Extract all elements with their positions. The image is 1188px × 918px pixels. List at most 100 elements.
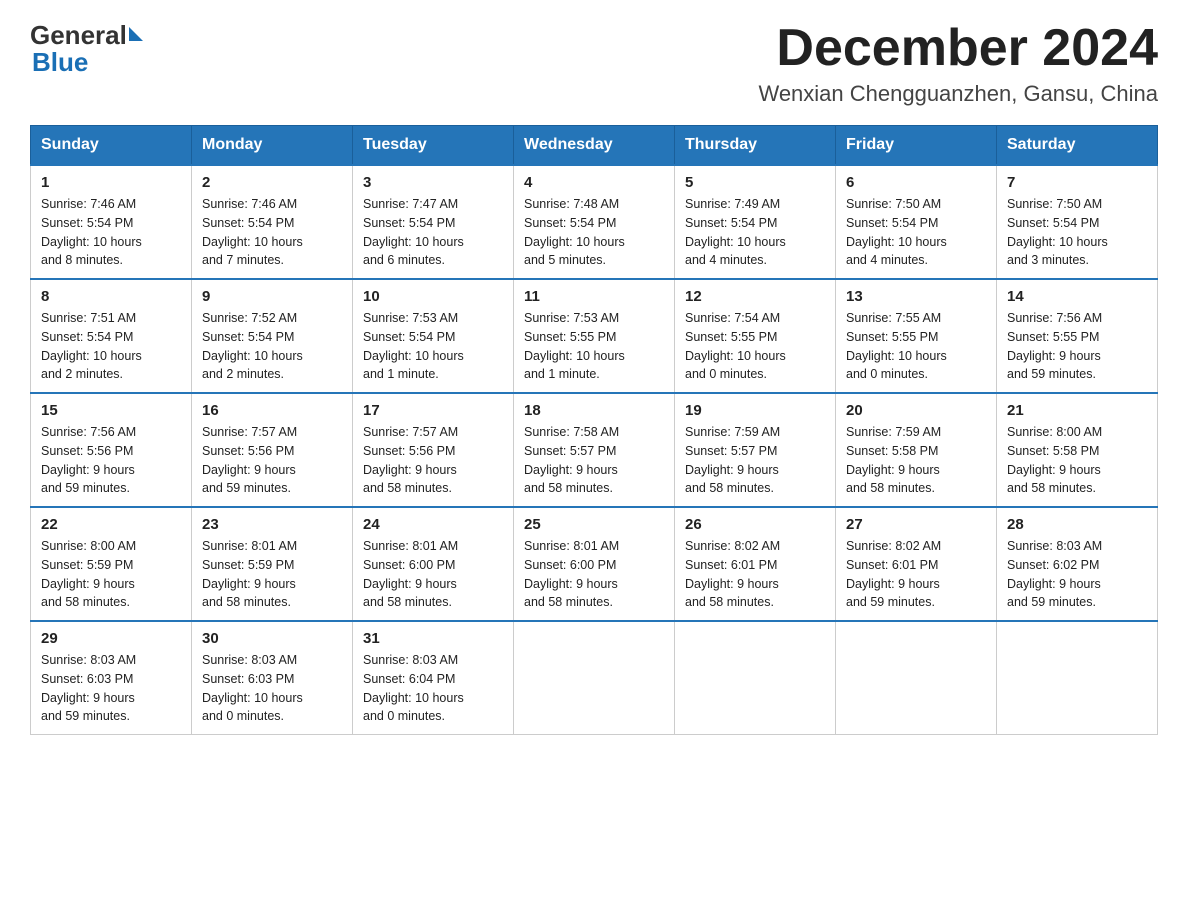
day-number: 27 [846,516,986,533]
day-info: Sunrise: 7:58 AM Sunset: 5:57 PM Dayligh… [524,423,664,498]
month-title: December 2024 [758,20,1158,77]
day-number: 1 [41,174,181,191]
day-info: Sunrise: 7:49 AM Sunset: 5:54 PM Dayligh… [685,195,825,270]
day-number: 29 [41,630,181,647]
day-info: Sunrise: 8:00 AM Sunset: 5:58 PM Dayligh… [1007,423,1147,498]
calendar-cell: 4 Sunrise: 7:48 AM Sunset: 5:54 PM Daylig… [514,165,675,279]
day-info: Sunrise: 8:01 AM Sunset: 5:59 PM Dayligh… [202,537,342,612]
day-info: Sunrise: 8:03 AM Sunset: 6:02 PM Dayligh… [1007,537,1147,612]
calendar-table: SundayMondayTuesdayWednesdayThursdayFrid… [30,125,1158,735]
day-info: Sunrise: 7:50 AM Sunset: 5:54 PM Dayligh… [1007,195,1147,270]
weekday-header: Friday [836,126,997,166]
day-number: 19 [685,402,825,419]
day-number: 10 [363,288,503,305]
day-info: Sunrise: 7:53 AM Sunset: 5:55 PM Dayligh… [524,309,664,384]
day-info: Sunrise: 7:50 AM Sunset: 5:54 PM Dayligh… [846,195,986,270]
day-number: 6 [846,174,986,191]
logo: General Blue [30,20,143,78]
calendar-cell [514,621,675,735]
day-number: 8 [41,288,181,305]
day-number: 22 [41,516,181,533]
calendar-cell: 30 Sunrise: 8:03 AM Sunset: 6:03 PM Dayli… [192,621,353,735]
day-number: 14 [1007,288,1147,305]
calendar-cell [997,621,1158,735]
day-number: 20 [846,402,986,419]
day-info: Sunrise: 8:01 AM Sunset: 6:00 PM Dayligh… [363,537,503,612]
calendar-cell: 16Sunrise: 7:57 AM Sunset: 5:56 PM Dayli… [192,393,353,507]
calendar-cell: 13 Sunrise: 7:55 AM Sunset: 5:55 PM Dayli… [836,279,997,393]
day-info: Sunrise: 7:54 AM Sunset: 5:55 PM Dayligh… [685,309,825,384]
calendar-cell: 18 Sunrise: 7:58 AM Sunset: 5:57 PM Dayli… [514,393,675,507]
calendar-cell: 27 Sunrise: 8:02 AM Sunset: 6:01 PM Dayli… [836,507,997,621]
calendar-cell [836,621,997,735]
calendar-cell: 2Sunrise: 7:46 AM Sunset: 5:54 PM Daylig… [192,165,353,279]
calendar-header: SundayMondayTuesdayWednesdayThursdayFrid… [31,126,1158,166]
calendar-cell: 1 Sunrise: 7:46 AM Sunset: 5:54 PM Daylig… [31,165,192,279]
day-number: 18 [524,402,664,419]
day-info: Sunrise: 7:53 AM Sunset: 5:54 PM Dayligh… [363,309,503,384]
calendar-cell: 8 Sunrise: 7:51 AM Sunset: 5:54 PM Daylig… [31,279,192,393]
calendar-cell: 20Sunrise: 7:59 AM Sunset: 5:58 PM Dayli… [836,393,997,507]
calendar-cell: 14Sunrise: 7:56 AM Sunset: 5:55 PM Dayli… [997,279,1158,393]
calendar-body: 1 Sunrise: 7:46 AM Sunset: 5:54 PM Daylig… [31,165,1158,735]
calendar-cell: 31 Sunrise: 8:03 AM Sunset: 6:04 PM Dayli… [353,621,514,735]
calendar-cell: 6 Sunrise: 7:50 AM Sunset: 5:54 PM Daylig… [836,165,997,279]
calendar-cell: 25 Sunrise: 8:01 AM Sunset: 6:00 PM Dayli… [514,507,675,621]
day-number: 13 [846,288,986,305]
day-number: 26 [685,516,825,533]
calendar-week-row: 1 Sunrise: 7:46 AM Sunset: 5:54 PM Daylig… [31,165,1158,279]
day-number: 17 [363,402,503,419]
day-number: 25 [524,516,664,533]
calendar-cell: 15 Sunrise: 7:56 AM Sunset: 5:56 PM Dayli… [31,393,192,507]
day-number: 2 [202,174,342,191]
day-info: Sunrise: 8:03 AM Sunset: 6:04 PM Dayligh… [363,651,503,726]
day-info: Sunrise: 7:51 AM Sunset: 5:54 PM Dayligh… [41,309,181,384]
day-info: Sunrise: 7:47 AM Sunset: 5:54 PM Dayligh… [363,195,503,270]
calendar-cell: 19 Sunrise: 7:59 AM Sunset: 5:57 PM Dayli… [675,393,836,507]
day-number: 4 [524,174,664,191]
calendar-week-row: 15 Sunrise: 7:56 AM Sunset: 5:56 PM Dayli… [31,393,1158,507]
day-number: 11 [524,288,664,305]
day-number: 9 [202,288,342,305]
logo-triangle-icon [129,27,143,41]
day-info: Sunrise: 7:46 AM Sunset: 5:54 PM Dayligh… [41,195,181,270]
day-info: Sunrise: 7:52 AM Sunset: 5:54 PM Dayligh… [202,309,342,384]
calendar-week-row: 22 Sunrise: 8:00 AM Sunset: 5:59 PM Dayli… [31,507,1158,621]
day-info: Sunrise: 8:03 AM Sunset: 6:03 PM Dayligh… [202,651,342,726]
location-subtitle: Wenxian Chengguanzhen, Gansu, China [758,81,1158,107]
weekday-header: Sunday [31,126,192,166]
calendar-cell: 28Sunrise: 8:03 AM Sunset: 6:02 PM Dayli… [997,507,1158,621]
day-number: 23 [202,516,342,533]
page-header: General Blue December 2024 Wenxian Cheng… [30,20,1158,107]
day-number: 16 [202,402,342,419]
day-info: Sunrise: 7:55 AM Sunset: 5:55 PM Dayligh… [846,309,986,384]
day-info: Sunrise: 7:56 AM Sunset: 5:56 PM Dayligh… [41,423,181,498]
calendar-cell: 3Sunrise: 7:47 AM Sunset: 5:54 PM Daylig… [353,165,514,279]
day-number: 7 [1007,174,1147,191]
day-number: 31 [363,630,503,647]
calendar-cell: 24 Sunrise: 8:01 AM Sunset: 6:00 PM Dayli… [353,507,514,621]
calendar-cell: 9 Sunrise: 7:52 AM Sunset: 5:54 PM Daylig… [192,279,353,393]
day-info: Sunrise: 7:48 AM Sunset: 5:54 PM Dayligh… [524,195,664,270]
weekday-header: Thursday [675,126,836,166]
day-info: Sunrise: 8:02 AM Sunset: 6:01 PM Dayligh… [846,537,986,612]
weekday-header: Tuesday [353,126,514,166]
day-info: Sunrise: 8:03 AM Sunset: 6:03 PM Dayligh… [41,651,181,726]
calendar-cell [675,621,836,735]
calendar-cell: 21Sunrise: 8:00 AM Sunset: 5:58 PM Dayli… [997,393,1158,507]
logo-blue: Blue [32,47,143,78]
day-number: 15 [41,402,181,419]
calendar-cell: 22 Sunrise: 8:00 AM Sunset: 5:59 PM Dayli… [31,507,192,621]
day-info: Sunrise: 8:01 AM Sunset: 6:00 PM Dayligh… [524,537,664,612]
day-info: Sunrise: 8:00 AM Sunset: 5:59 PM Dayligh… [41,537,181,612]
calendar-cell: 23 Sunrise: 8:01 AM Sunset: 5:59 PM Dayli… [192,507,353,621]
day-number: 30 [202,630,342,647]
calendar-cell: 10 Sunrise: 7:53 AM Sunset: 5:54 PM Dayli… [353,279,514,393]
weekday-header: Saturday [997,126,1158,166]
calendar-cell: 7 Sunrise: 7:50 AM Sunset: 5:54 PM Daylig… [997,165,1158,279]
day-info: Sunrise: 7:59 AM Sunset: 5:57 PM Dayligh… [685,423,825,498]
day-number: 24 [363,516,503,533]
weekday-row: SundayMondayTuesdayWednesdayThursdayFrid… [31,126,1158,166]
day-info: Sunrise: 7:57 AM Sunset: 5:56 PM Dayligh… [363,423,503,498]
weekday-header: Monday [192,126,353,166]
